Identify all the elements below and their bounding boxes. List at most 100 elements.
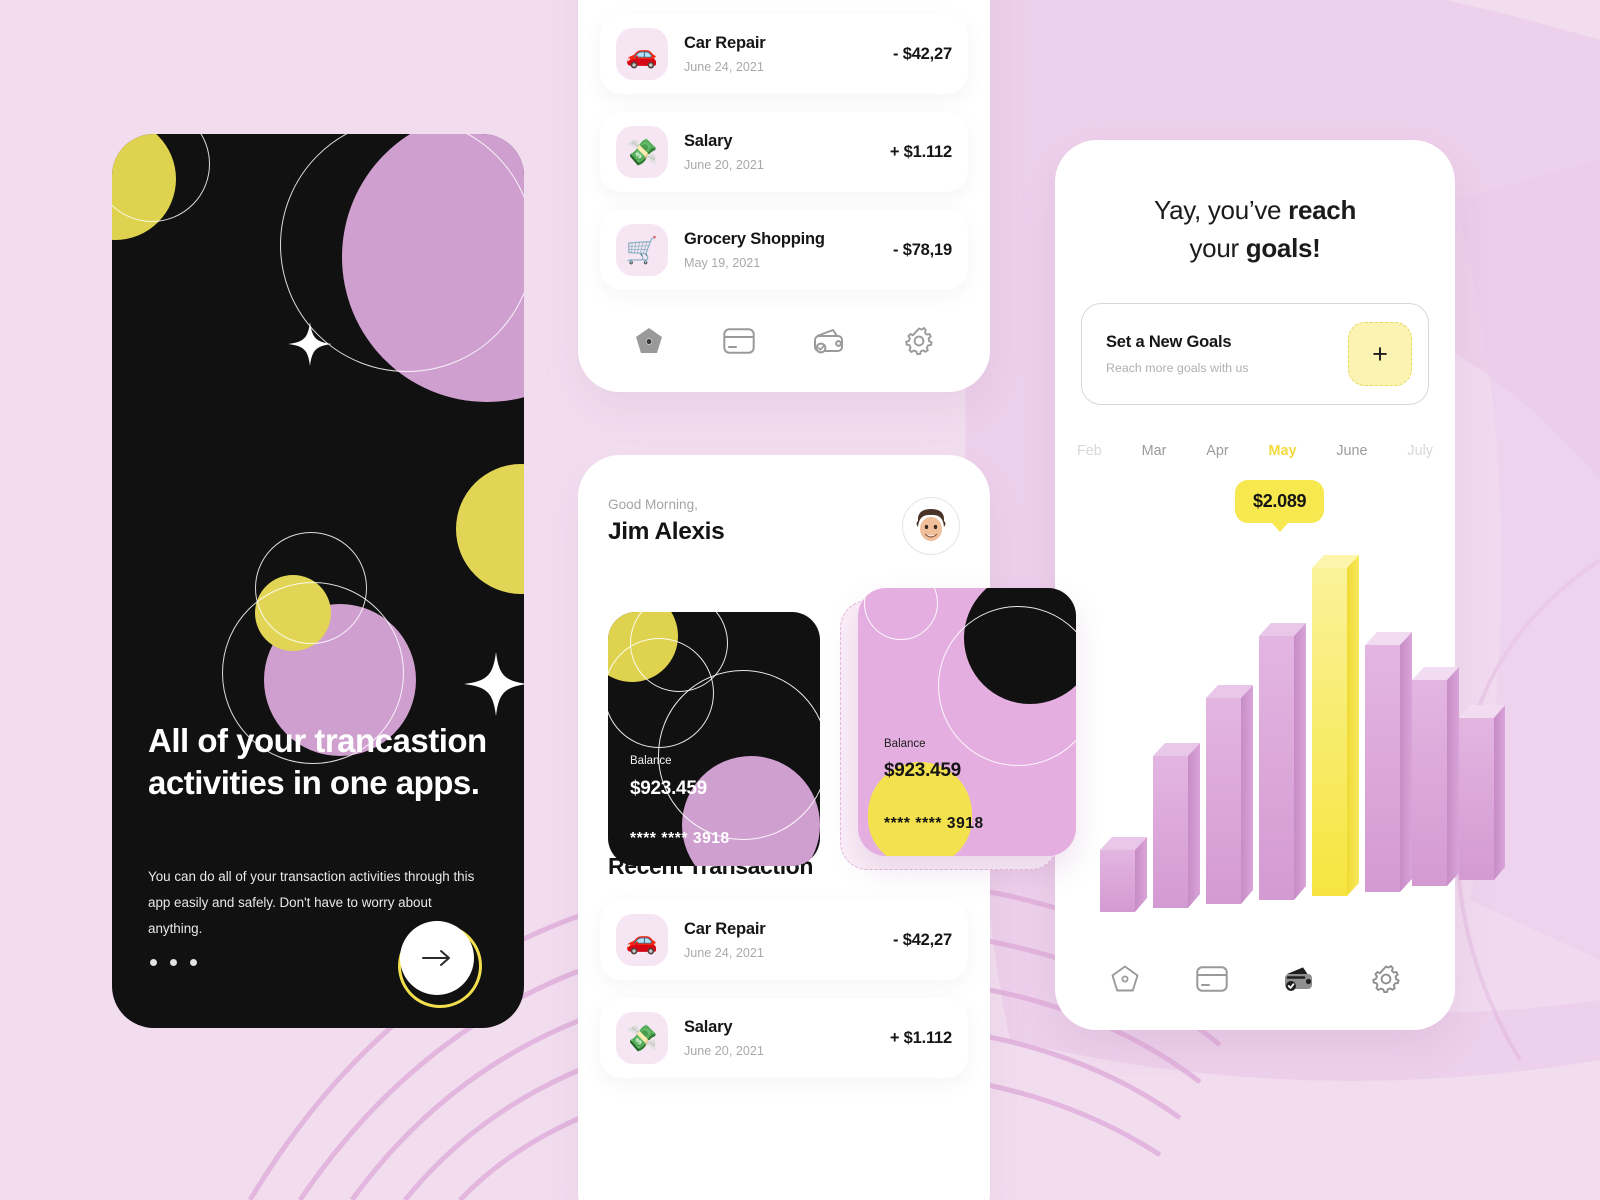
chart-tooltip-value: $2.089 xyxy=(1253,491,1307,511)
sidebar-item-goals[interactable] xyxy=(1276,956,1322,1002)
goal-card-title: Set a New Goals xyxy=(1106,333,1232,352)
card-balance-value: $923.459 xyxy=(630,778,707,799)
transaction-name: Salary xyxy=(684,132,733,150)
home-pentagon-icon xyxy=(636,328,662,353)
table-row[interactable]: 💸 Salary June 20, 2021 + $1.112 xyxy=(600,112,968,192)
tab-month-mar[interactable]: Mar xyxy=(1142,443,1167,459)
goals-title-bold2: goals! xyxy=(1245,232,1321,263)
transaction-amount: - $78,19 xyxy=(893,240,952,259)
avatar[interactable] xyxy=(902,497,960,555)
transaction-date: June 24, 2021 xyxy=(684,946,764,960)
transaction-amount: - $42,27 xyxy=(893,44,952,63)
bottom-navigation xyxy=(1055,944,1455,1030)
credit-card-icon xyxy=(723,328,755,354)
chart-bars xyxy=(1100,555,1505,912)
onboarding-next-wrapper xyxy=(398,924,482,1008)
tab-month-apr[interactable]: Apr xyxy=(1206,443,1228,459)
chart-tooltip: $2.089 xyxy=(1235,480,1325,523)
bar-3 xyxy=(1206,685,1253,904)
bar-6 xyxy=(1365,632,1412,892)
sidebar-item-home[interactable] xyxy=(626,318,672,364)
transaction-name: Car Repair xyxy=(684,34,766,52)
card-decor-ring-b xyxy=(938,606,1076,766)
goals-title-line1-plain: Yay, you’ve xyxy=(1153,195,1289,225)
card-decor-ring-a xyxy=(864,588,938,640)
bar-4 xyxy=(1259,623,1306,900)
transaction-amount: + $1.112 xyxy=(889,142,952,161)
tab-month-feb[interactable]: Feb xyxy=(1077,443,1102,459)
gear-icon xyxy=(1371,965,1400,994)
arrow-right-icon xyxy=(422,950,450,966)
set-new-goals-card[interactable]: Set a New Goals Reach more goals with us… xyxy=(1081,303,1429,406)
onboarding-title: All of your trancastion activities in on… xyxy=(148,722,487,802)
month-selector: Feb Mar Apr May June July xyxy=(1055,443,1455,459)
onboarding-pagination-dots[interactable] xyxy=(150,959,197,966)
balance-card-dark[interactable]: Balance $923.459 **** **** 3918 xyxy=(608,612,820,866)
goals-title-line2-plain: your xyxy=(1189,232,1246,263)
bar-chart-svg xyxy=(1100,555,1505,912)
table-row[interactable]: 🚗 Car Repair June 24, 2021 - $42,27 xyxy=(600,14,968,94)
bar-2 xyxy=(1153,743,1200,908)
transaction-list: 🚗 Car Repair June 24, 2021 - $42,27 💸 Sa… xyxy=(578,0,990,290)
pagination-dot[interactable] xyxy=(170,959,177,966)
home-transaction-list: 🚗 Car Repair June 24, 2021 - $42,27 💸 Sa… xyxy=(578,900,990,1078)
gear-icon xyxy=(905,327,933,356)
sidebar-item-home[interactable] xyxy=(1102,956,1148,1002)
goals-header: Yay, you’ve reach your goals! xyxy=(1055,140,1455,267)
card-balance-label: Balance xyxy=(630,755,672,767)
transaction-date: May 19, 2021 xyxy=(684,256,761,270)
table-row[interactable]: 🚗 Car Repair June 24, 2021 - $42,27 xyxy=(600,900,968,980)
sidebar-item-cards[interactable] xyxy=(1189,956,1235,1002)
goals-title: Yay, you’ve reach your goals! xyxy=(1095,192,1415,267)
card-balance-label: Balance xyxy=(884,738,926,750)
sparkle-icon-top xyxy=(288,322,332,366)
transaction-date: June 20, 2021 xyxy=(684,1044,764,1058)
money-icon: 💸 xyxy=(616,1012,668,1064)
card-balance-value: $923.459 xyxy=(884,760,961,781)
transaction-name: Salary xyxy=(684,1018,733,1036)
bar-8 xyxy=(1459,705,1505,880)
pagination-dot[interactable] xyxy=(150,959,157,966)
page-title: Jim Alexis xyxy=(608,518,725,545)
balance-card-pink[interactable]: Balance $923.459 **** **** 3918 xyxy=(858,588,1076,856)
decor-circle-yellow-right xyxy=(456,464,524,594)
home-header: Good Morning, Jim Alexis xyxy=(578,455,990,555)
tab-month-june[interactable]: June xyxy=(1336,443,1367,459)
transactions-screen: 🚗 Car Repair June 24, 2021 - $42,27 💸 Sa… xyxy=(578,0,990,392)
sidebar-item-cards[interactable] xyxy=(716,318,762,364)
bar-7 xyxy=(1412,667,1459,886)
plus-icon: + xyxy=(1372,338,1388,369)
tab-month-july[interactable]: July xyxy=(1407,443,1433,459)
bottom-navigation xyxy=(578,306,990,392)
bar-highlight-may[interactable] xyxy=(1312,555,1359,896)
card-number: **** **** 3918 xyxy=(884,815,984,832)
tab-month-may[interactable]: May xyxy=(1269,443,1297,459)
sidebar-item-settings[interactable] xyxy=(896,318,942,364)
wallet-check-icon xyxy=(814,329,843,354)
transaction-amount: - $42,27 xyxy=(893,930,952,949)
table-row[interactable]: 🛒 Grocery Shopping May 19, 2021 - $78,19 xyxy=(600,210,968,290)
transaction-amount: + $1.112 xyxy=(889,1028,952,1047)
money-icon: 💸 xyxy=(616,126,668,178)
home-pentagon-icon xyxy=(1111,965,1138,992)
goals-bar-chart: $2.089 xyxy=(1075,480,1505,940)
wallet-check-icon xyxy=(1284,967,1312,991)
greeting-label: Good Morning, xyxy=(608,497,698,512)
transaction-name: Car Repair xyxy=(684,920,766,938)
car-icon: 🚗 xyxy=(616,914,668,966)
bar-1 xyxy=(1100,837,1147,912)
transaction-date: June 24, 2021 xyxy=(684,60,764,74)
credit-card-icon xyxy=(1195,966,1228,992)
next-button[interactable] xyxy=(400,921,474,995)
transaction-date: June 20, 2021 xyxy=(684,158,764,172)
goals-title-bold1: reach xyxy=(1288,195,1357,225)
add-goal-button[interactable]: + xyxy=(1348,322,1412,387)
table-row[interactable]: 💸 Salary June 20, 2021 + $1.112 xyxy=(600,998,968,1078)
card-decor-ring-3 xyxy=(658,670,820,840)
sidebar-item-settings[interactable] xyxy=(1363,956,1409,1002)
transaction-name: Grocery Shopping xyxy=(684,230,825,248)
sidebar-item-goals[interactable] xyxy=(806,318,852,364)
cart-icon: 🛒 xyxy=(616,224,668,276)
goal-card-subtitle: Reach more goals with us xyxy=(1106,361,1249,376)
pagination-dot[interactable] xyxy=(190,959,197,966)
